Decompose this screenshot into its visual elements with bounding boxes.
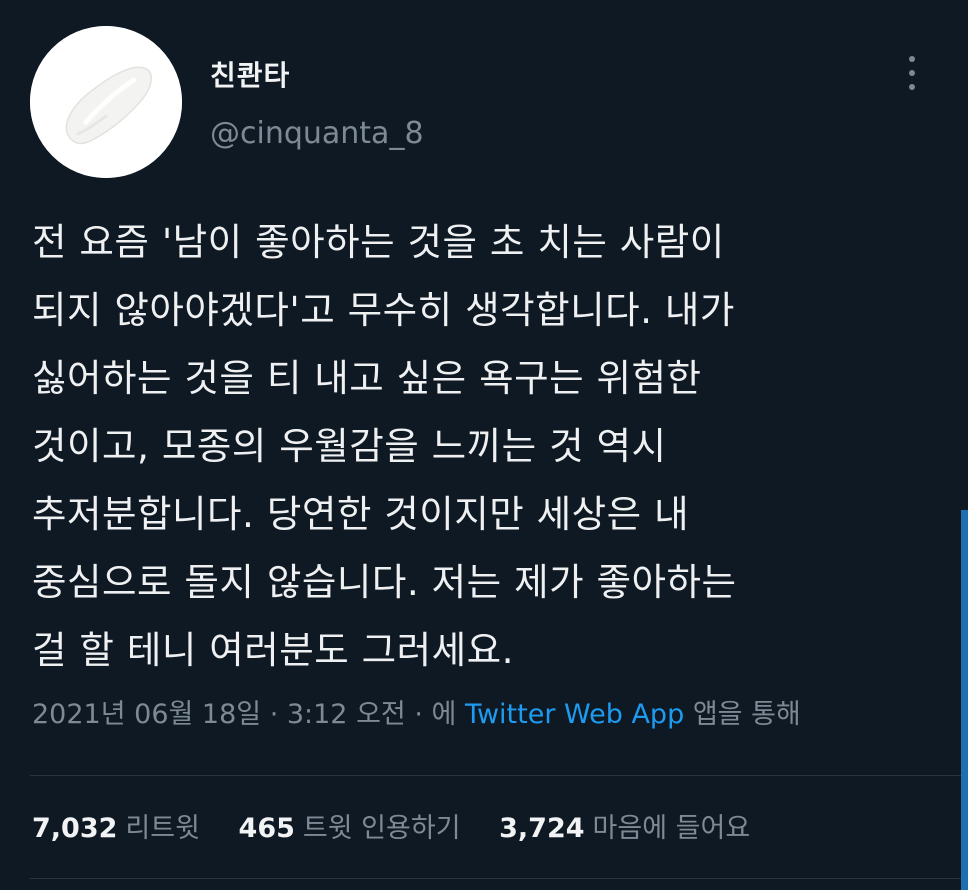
more-options-icon[interactable] [900, 56, 924, 100]
cream-swatch-icon [30, 26, 182, 178]
tweet-metadata: 2021년 06월 18일 · 3:12 오전 · 에 Twitter Web … [32, 692, 801, 731]
retweet-label: 리트윗 [125, 813, 200, 844]
avatar[interactable] [30, 26, 182, 178]
tweet-card: 친콴타 @cinquanta_8 전 요즘 '남이 좋아하는 것을 초 치는 사… [0, 0, 968, 890]
tweet-text-line: 추저분합니다. 당연한 것이지만 세상은 내 [32, 492, 690, 536]
tweet-text-line: 것이고, 모종의 우월감을 느끼는 것 역시 [32, 424, 667, 468]
divider [30, 878, 968, 879]
scrollbar[interactable] [961, 510, 968, 890]
tweet-text-line: 되지 않아야겠다'고 무수히 생각합니다. 내가 [32, 288, 735, 332]
retweets-stat[interactable]: 7,032 리트윗 [32, 806, 200, 845]
quote-count: 465 [238, 813, 295, 844]
engagement-stats: 7,032 리트윗 465 트윗 인용하기 3,724 마음에 들어요 [32, 806, 780, 845]
tweet-text-line: 싫어하는 것을 티 내고 싶은 욕구는 위험한 [32, 356, 702, 400]
retweet-count: 7,032 [32, 813, 118, 844]
like-count: 3,724 [499, 813, 585, 844]
tweet-text-line: 중심으로 돌지 않습니다. 저는 제가 좋아하는 [32, 560, 737, 604]
quote-tweets-stat[interactable]: 465 트윗 인용하기 [239, 806, 461, 845]
like-label: 마음에 들어요 [592, 813, 751, 844]
quote-label: 트윗 인용하기 [302, 813, 461, 844]
source-app-link[interactable]: Twitter Web App [465, 699, 684, 730]
tweet-text-line: 전 요즘 '남이 좋아하는 것을 초 치는 사람이 [32, 220, 725, 264]
source-suffix: 앱을 통해 [692, 699, 801, 730]
user-handle[interactable]: @cinquanta_8 [210, 116, 424, 151]
divider [30, 775, 968, 776]
tweet-text-line: 걸 할 테니 여러분도 그러세요. [32, 628, 515, 672]
likes-stat[interactable]: 3,724 마음에 들어요 [499, 806, 750, 845]
tweet-timestamp[interactable]: 2021년 06월 18일 · 3:12 오전 · 에 [32, 699, 456, 730]
display-name[interactable]: 친콴타 [210, 54, 290, 94]
tweet-text: 전 요즘 '남이 좋아하는 것을 초 치는 사람이 되지 않아야겠다'고 무수히… [32, 208, 952, 684]
